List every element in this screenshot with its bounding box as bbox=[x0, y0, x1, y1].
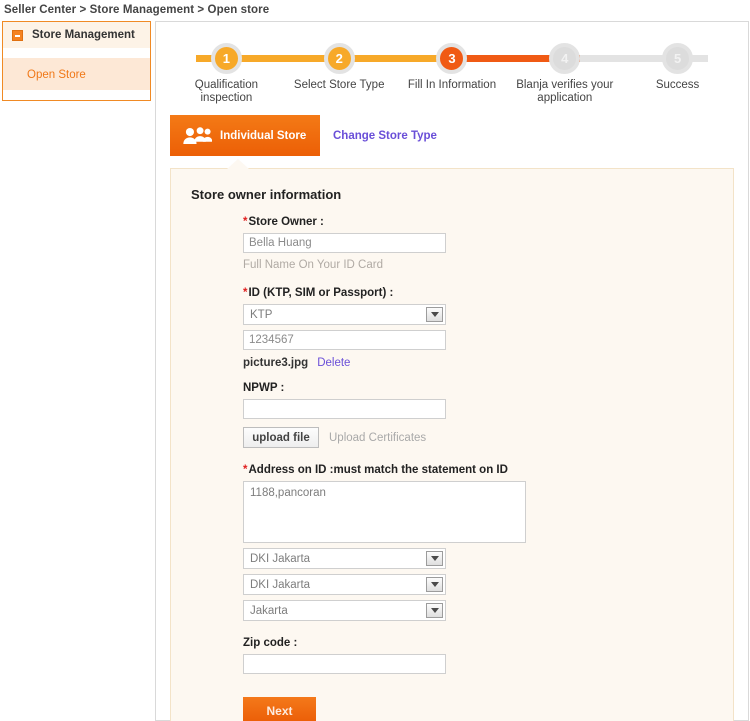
location-selects: DKI Jakarta DKI Jakarta Jakarta bbox=[243, 548, 733, 621]
next-button[interactable]: Next bbox=[243, 697, 316, 721]
npwp-upload-row: upload file Upload Certificates bbox=[243, 427, 733, 448]
chevron-down-icon[interactable] bbox=[426, 551, 443, 566]
people-group-icon bbox=[182, 125, 213, 147]
sidebar-title: Store Management bbox=[32, 29, 135, 41]
stepper-label-4: Blanja verifies your application bbox=[516, 79, 614, 104]
id-type-label: *ID (KTP, SIM or Passport) : bbox=[243, 287, 733, 299]
zip-code-input[interactable] bbox=[243, 654, 446, 674]
step-number: 5 bbox=[662, 43, 694, 74]
city-select[interactable]: DKI Jakarta bbox=[243, 574, 446, 595]
step-number: 2 bbox=[323, 43, 355, 74]
required-marker: * bbox=[243, 216, 248, 228]
main-content: 1 2 3 4 5 Qualification inspection Selec… bbox=[155, 21, 749, 721]
district-selected-value: Jakarta bbox=[250, 604, 288, 617]
change-store-type-link[interactable]: Change Store Type bbox=[333, 130, 437, 142]
id-type-select[interactable]: KTP bbox=[243, 304, 446, 325]
sidebar-item-label: Open Store bbox=[27, 69, 86, 81]
address-label-text: Address on ID :must match the statement … bbox=[248, 464, 508, 476]
sidebar: Store Management Open Store bbox=[2, 21, 151, 101]
district-select[interactable]: Jakarta bbox=[243, 600, 446, 621]
chevron-down-icon[interactable] bbox=[426, 307, 443, 322]
province-selected-value: DKI Jakarta bbox=[250, 552, 311, 565]
sidebar-item-open-store[interactable]: Open Store bbox=[3, 57, 150, 91]
zip-code-label: Zip code : bbox=[243, 637, 298, 649]
stepper-step-2[interactable]: 2 bbox=[283, 43, 396, 75]
required-marker: * bbox=[243, 464, 248, 476]
stepper-circles: 1 2 3 4 5 bbox=[170, 43, 734, 75]
id-type-label-text: ID (KTP, SIM or Passport) : bbox=[248, 287, 394, 299]
store-owner-hint: Full Name On Your ID Card bbox=[243, 259, 383, 271]
store-owner-label: *Store Owner : bbox=[243, 216, 733, 228]
chevron-down-icon[interactable] bbox=[426, 577, 443, 592]
page-container: Store Management Open Store 1 2 3 4 5 Qu… bbox=[0, 21, 750, 721]
step-number: 1 bbox=[210, 43, 242, 74]
stepper-label-2: Select Store Type bbox=[293, 79, 385, 91]
delete-id-file-link[interactable]: Delete bbox=[317, 357, 350, 369]
panel-notch bbox=[227, 158, 249, 169]
id-number-input[interactable] bbox=[243, 330, 446, 350]
province-select[interactable]: DKI Jakarta bbox=[243, 548, 446, 569]
address-textarea[interactable] bbox=[243, 481, 526, 543]
stepper-label-3: Fill In Information bbox=[407, 79, 497, 91]
step-number: 4 bbox=[549, 43, 581, 74]
sidebar-filler bbox=[3, 91, 150, 100]
upload-hint: Upload Certificates bbox=[329, 431, 427, 444]
collapse-minus-icon[interactable] bbox=[12, 29, 23, 41]
tab-individual-store-label: Individual Store bbox=[220, 129, 307, 142]
breadcrumb: Seller Center > Store Management > Open … bbox=[4, 4, 270, 16]
npwp-label: NPWP : bbox=[243, 382, 285, 394]
stepper-step-5[interactable]: 5 bbox=[621, 43, 734, 75]
panel-title: Store owner information bbox=[191, 187, 342, 202]
stepper-labels: Qualification inspection Select Store Ty… bbox=[170, 79, 734, 105]
id-file-row: picture3.jpg Delete bbox=[243, 357, 733, 369]
chevron-down-icon[interactable] bbox=[426, 603, 443, 618]
sidebar-header[interactable]: Store Management bbox=[3, 22, 150, 49]
progress-stepper: 1 2 3 4 5 Qualification inspection Selec… bbox=[170, 43, 734, 105]
store-owner-panel: Store owner information *Store Owner : F… bbox=[170, 158, 734, 721]
stepper-step-4[interactable]: 4 bbox=[508, 43, 621, 75]
stepper-step-1[interactable]: 1 bbox=[170, 43, 283, 75]
required-marker: * bbox=[243, 287, 248, 299]
store-owner-input[interactable] bbox=[243, 233, 446, 253]
upload-file-button[interactable]: upload file bbox=[243, 427, 319, 448]
stepper-label-5: Success bbox=[655, 79, 700, 91]
id-file-name: picture3.jpg bbox=[243, 357, 309, 369]
store-owner-label-text: Store Owner : bbox=[248, 216, 324, 228]
city-selected-value: DKI Jakarta bbox=[250, 578, 311, 591]
npwp-input[interactable] bbox=[243, 399, 446, 419]
stepper-step-3[interactable]: 3 bbox=[396, 43, 509, 75]
id-type-selected-value: KTP bbox=[250, 308, 273, 321]
form-body: *Store Owner : Full Name On Your ID Card… bbox=[171, 202, 733, 721]
step-number: 3 bbox=[436, 43, 468, 74]
stepper-label-1: Qualification inspection bbox=[194, 79, 259, 104]
store-type-bar: Individual Store Change Store Type bbox=[158, 115, 748, 156]
address-label: *Address on ID :must match the statement… bbox=[243, 464, 733, 476]
tab-individual-store[interactable]: Individual Store bbox=[170, 115, 320, 156]
